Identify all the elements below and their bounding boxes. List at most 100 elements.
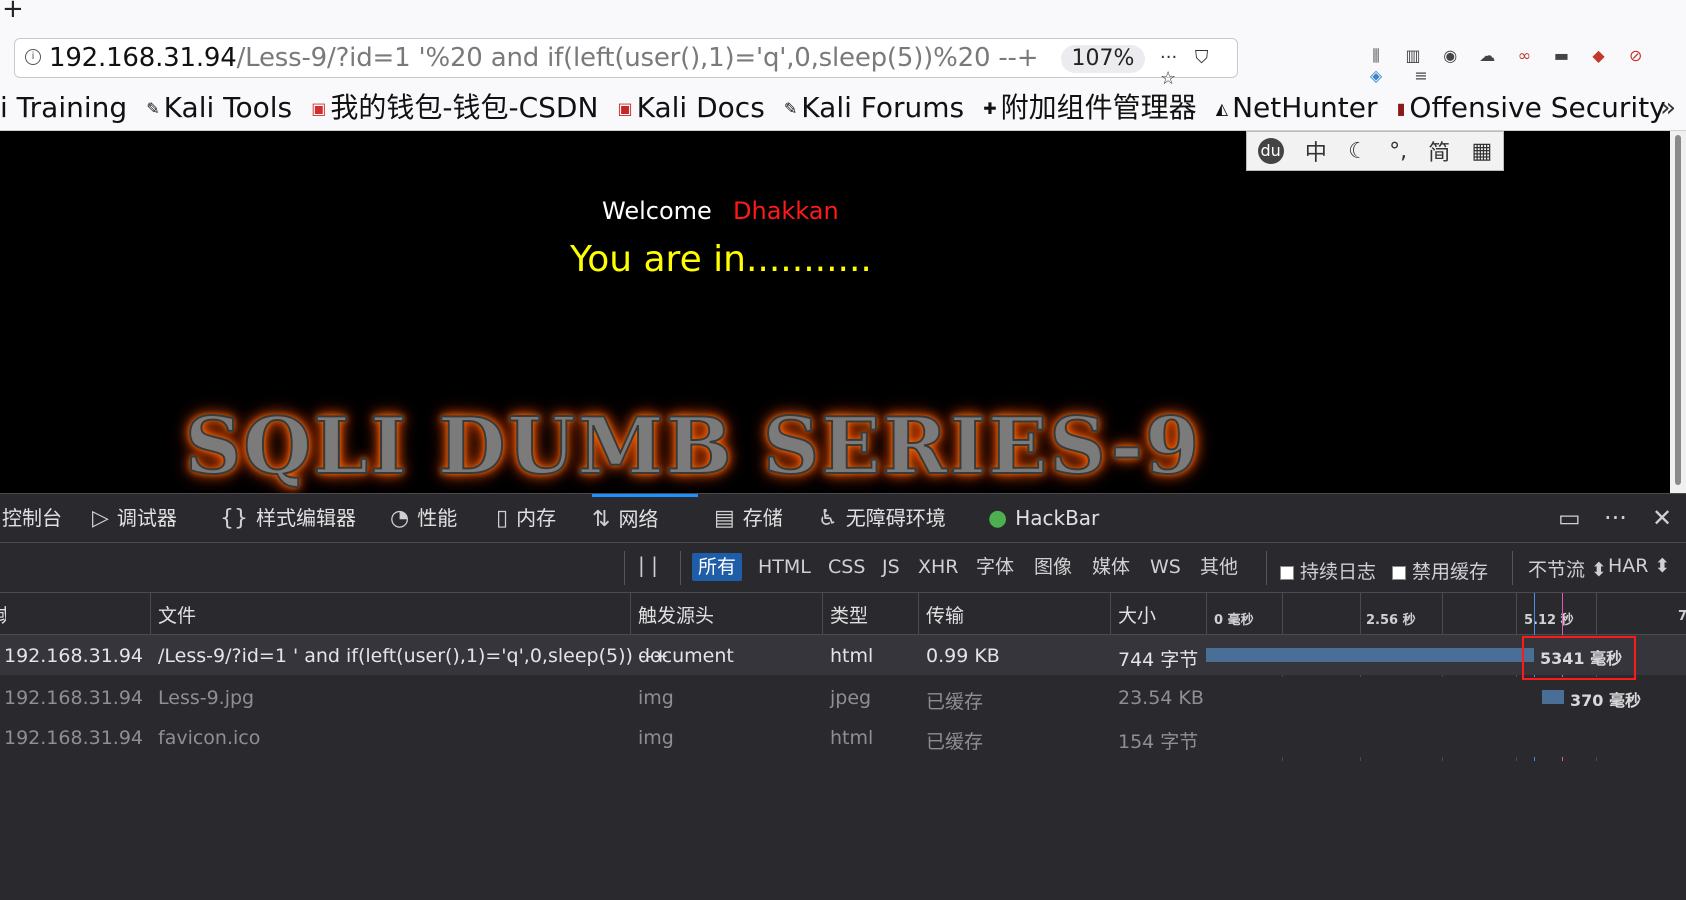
tab-strip: + (0, 0, 1686, 30)
filter-ws[interactable]: WS (1144, 553, 1187, 581)
punctuation-toggle[interactable]: °, (1389, 139, 1407, 164)
column-type[interactable]: 类型 (830, 601, 868, 628)
cell-domain: 192.168.31.94 (4, 645, 144, 667)
bookmark-item[interactable]: ✚ 附加组件管理器 (983, 86, 1196, 130)
filter-other[interactable]: 其他 (1194, 553, 1244, 581)
tab-storage[interactable]: ▤ 存储 (714, 494, 783, 542)
timeline-tick: 0 毫秒 (1214, 613, 1254, 628)
bookmark-label: Kali Docs (636, 91, 765, 124)
offsec-icon: ▮ (1396, 99, 1406, 118)
filter-html[interactable]: HTML (752, 553, 817, 581)
column-initiator[interactable]: 触发源头 (638, 601, 714, 628)
bookmark-item[interactable]: ✎ Kali Tools (146, 86, 292, 130)
storage-icon: ▤ (714, 506, 735, 531)
account-icon[interactable]: ◉ (1434, 46, 1466, 65)
table-row[interactable]: 192.168.31.94 /Less-9/?id=1 ' and if(lef… (0, 635, 1686, 675)
checkbox-label: 持续日志 (1300, 561, 1377, 583)
divider (1266, 551, 1267, 585)
filter-media[interactable]: 媒体 (1086, 553, 1136, 581)
simplified-toggle[interactable]: 简 (1428, 135, 1450, 167)
filter-xhr[interactable]: XHR (912, 553, 965, 581)
cell-domain: 192.168.31.94 (4, 687, 144, 709)
disable-cache-checkbox[interactable]: 禁用缓存 (1392, 557, 1488, 584)
tab-memory[interactable]: ▯ 内存 (496, 494, 556, 542)
info-icon[interactable]: i (25, 49, 41, 65)
column-file[interactable]: 文件 (158, 601, 196, 628)
tab-performance[interactable]: ◔ 性能 (390, 494, 457, 542)
url-bar[interactable]: i 192.168.31.94/Less-9/?id=1 '%20 and if… (14, 38, 1238, 89)
column-transfer[interactable]: 传输 (926, 601, 964, 628)
divider (680, 551, 681, 585)
scrollbar-thumb[interactable] (1675, 135, 1681, 485)
sidebar-icon[interactable]: ▥ (1397, 46, 1429, 65)
bookmarks-toolbar: i Training ✎ Kali Tools ▣ 我的钱包-钱包-CSDN ▣ Ka… (0, 86, 1686, 131)
column-label: 域名 (0, 601, 6, 628)
bookmarks-overflow-icon[interactable]: » (1660, 86, 1676, 130)
bookmark-item[interactable]: ◭ NetHunter (1215, 86, 1378, 130)
gauge-icon: ◔ (390, 506, 410, 531)
filter-js[interactable]: JS (876, 553, 906, 581)
table-row[interactable]: 192.168.31.94 Less-9.jpg img jpeg 已缓存 23… (0, 677, 1686, 717)
extension-link-icon[interactable]: ∞ (1508, 46, 1540, 65)
tab-style-editor[interactable]: {} 样式编辑器 (220, 494, 356, 542)
chinese-toggle[interactable]: 中 (1305, 135, 1327, 167)
pocket-icon[interactable]: ⛉ (1195, 47, 1209, 68)
filter-images[interactable]: 图像 (1028, 553, 1078, 581)
column-divider (822, 593, 823, 635)
bookmark-label: i Training (0, 91, 128, 124)
extension-cloud-icon[interactable]: ☁ (1471, 46, 1503, 65)
zoom-level-button[interactable]: 107% (1061, 45, 1145, 73)
cell-type: html (830, 727, 874, 749)
timing-label: 370 毫秒 (1570, 691, 1641, 710)
column-size[interactable]: 大小 (1118, 601, 1156, 628)
bookmark-item[interactable]: ▣ Kali Docs (618, 86, 765, 130)
table-row[interactable]: 192.168.31.94 favicon.ico img html 已缓存 1… (0, 717, 1686, 757)
column-divider (1206, 593, 1207, 635)
bookmark-item[interactable]: i Training (0, 86, 127, 130)
braces-icon: {} (220, 506, 248, 531)
tab-accessibility[interactable]: ♿ 无障碍环境 (818, 494, 946, 542)
page-scrollbar[interactable] (1670, 131, 1686, 493)
more-options-icon[interactable]: ··· (1604, 504, 1627, 532)
tab-network[interactable]: ⇅ 网络 (592, 494, 698, 542)
bookmark-item[interactable]: ✎ Kali Forums (784, 86, 965, 130)
cell-initiator: img (638, 727, 674, 749)
devtools-tabbar: 控制台 ▷ 调试器 {} 样式编辑器 ◔ 性能 ▯ 内存 ⇅ 网络 ▤ 存储 ♿ 无障碍环境 … (0, 493, 1686, 543)
baidu-icon[interactable]: du (1257, 138, 1284, 164)
checkbox-box[interactable] (1392, 565, 1406, 580)
bookmark-item[interactable]: ▣ 我的钱包-钱包-CSDN (311, 86, 598, 130)
filter-fonts[interactable]: 字体 (970, 553, 1020, 581)
page-actions-icon[interactable]: ··· (1160, 47, 1177, 68)
kali-icon: ✎ (146, 99, 160, 118)
filter-all[interactable]: 所有 (692, 553, 743, 581)
tab-hackbar[interactable]: ● HackBar (988, 494, 1099, 542)
checkbox-box[interactable] (1280, 565, 1294, 580)
close-devtools-icon[interactable]: ✕ (1652, 504, 1672, 532)
cell-file: /Less-9/?id=1 ' and if(left(user(),1)='q… (158, 645, 669, 667)
filter-css[interactable]: CSS (822, 553, 871, 581)
bookmark-label: Kali Forums (801, 91, 965, 124)
pause-button[interactable]: | | (638, 553, 658, 577)
extension-tab-icon[interactable]: ▬ (1545, 46, 1577, 65)
har-menu[interactable]: HAR ⬍ (1608, 555, 1670, 577)
nethunter-icon: ◭ (1215, 99, 1229, 118)
throttle-select[interactable]: 不节流 ⬍ (1528, 555, 1607, 582)
ublock-icon[interactable]: ◆ (1583, 46, 1615, 65)
extension-cookie-icon[interactable]: ⊘ (1620, 46, 1652, 65)
grid-icon[interactable]: ▦ (1472, 139, 1493, 164)
menu-icon[interactable]: ≡ (1405, 66, 1437, 85)
library-icon[interactable]: ⫼ (1360, 46, 1392, 66)
moon-icon[interactable]: ☾ (1348, 139, 1368, 164)
url-text[interactable]: 192.168.31.94/Less-9/?id=1 '%20 and if(l… (49, 43, 1039, 73)
tab-debugger[interactable]: ▷ 调试器 (92, 494, 177, 542)
navigation-toolbar: i 192.168.31.94/Less-9/?id=1 '%20 and if… (0, 30, 1686, 89)
new-tab-button[interactable]: + (2, 0, 24, 24)
bookmark-item[interactable]: ▮ Offensive Security (1396, 86, 1666, 130)
dock-icon[interactable]: ▭ (1558, 504, 1581, 532)
persist-log-checkbox[interactable]: 持续日志 (1280, 557, 1376, 584)
page-content: du 中 ☾ °, 简 ▦ Welcome Dhakkan You are in… (0, 131, 1670, 493)
column-domain[interactable]: 域名 (0, 601, 6, 633)
extension-blue-icon[interactable]: ◈ (1360, 66, 1392, 85)
tab-console[interactable]: 控制台 (2, 494, 62, 542)
accessibility-icon: ♿ (818, 506, 838, 531)
